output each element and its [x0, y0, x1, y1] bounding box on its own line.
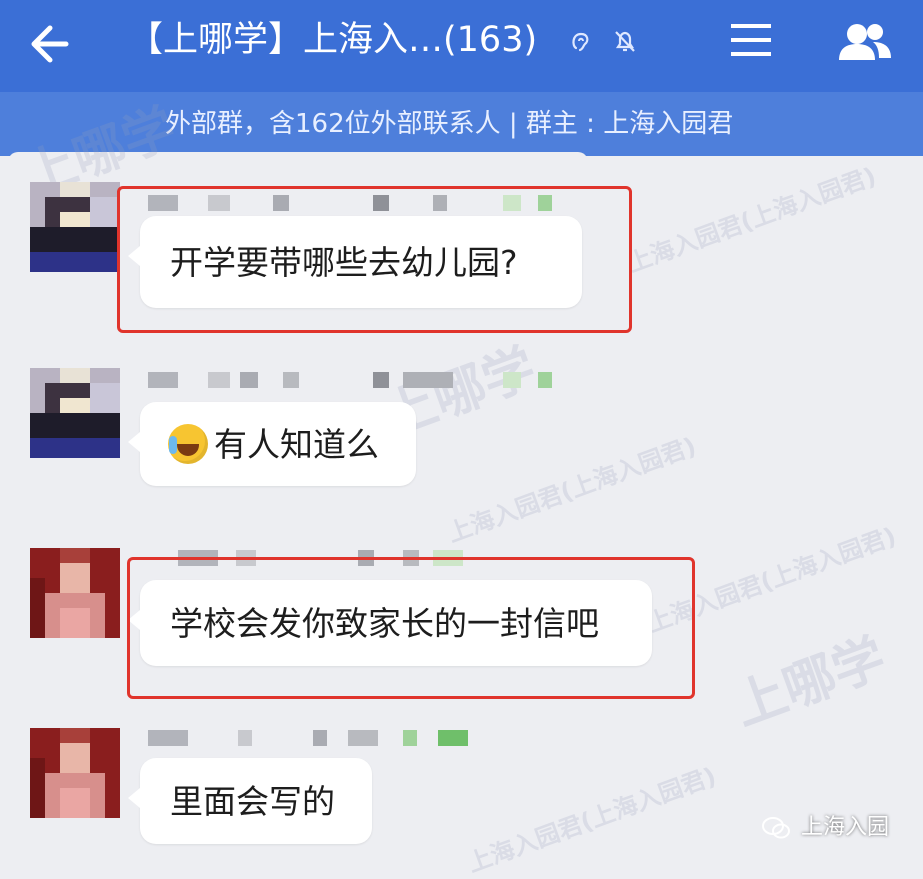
chat-area-top-edge [8, 152, 588, 162]
source-tag: 上海入园 [762, 810, 889, 846]
chat-title: 【上哪学】上海入…(163) [128, 20, 538, 60]
watermark-diagonal-text: 上海入园君(上海入园君) [443, 431, 700, 548]
back-arrow-icon [31, 25, 69, 63]
message-text: 开学要带哪些去幼儿园? [170, 242, 518, 282]
message-bubble[interactable]: 开学要带哪些去幼儿园? [128, 216, 582, 308]
group-info-text: 外部群，含162位外部联系人 | 群主 : 上海入园君 [165, 109, 734, 139]
watermark-logo: 上哪学 [726, 627, 894, 738]
sender-name-blurred [148, 550, 568, 566]
chat-header: 【上哪学】上海入…(163) [0, 0, 923, 92]
avatar[interactable] [30, 548, 120, 638]
crying-laughing-emoji-icon [168, 424, 208, 464]
message-text: 学校会发你致家长的一封信吧 [170, 603, 599, 643]
message-text: 有人知道么 [214, 424, 379, 464]
message-bubble[interactable]: 里面会写的 [128, 758, 372, 844]
watermark-diagonal-text: 上海入园君(上海入园君) [623, 161, 880, 278]
message-bubble[interactable]: 学校会发你致家长的一封信吧 [128, 580, 652, 666]
avatar[interactable] [30, 368, 120, 458]
ear-icon [572, 32, 589, 52]
group-members-icon [839, 24, 891, 60]
avatar[interactable] [30, 182, 120, 272]
watermark-diagonal-text: 上海入园君(上海入园君) [463, 761, 720, 878]
group-members-button[interactable] [833, 14, 897, 70]
sender-name-blurred [148, 195, 568, 211]
avatar[interactable] [30, 728, 120, 818]
message-text: 里面会写的 [170, 781, 335, 821]
menu-button[interactable] [727, 18, 775, 62]
back-button[interactable] [22, 16, 78, 72]
wechat-icon [762, 817, 790, 839]
sender-name-blurred [148, 372, 568, 388]
message-bubble[interactable]: 有人知道么 [128, 402, 416, 486]
menu-icon [731, 24, 771, 56]
mute-bell-icon [615, 31, 635, 52]
watermark-diagonal-text: 上海入园君(上海入园君) [643, 521, 900, 638]
group-info-bar: 外部群，含162位外部联系人 | 群主 : 上海入园君 [0, 92, 923, 156]
source-tag-label: 上海入园 [801, 815, 890, 840]
sender-name-blurred [148, 730, 568, 746]
